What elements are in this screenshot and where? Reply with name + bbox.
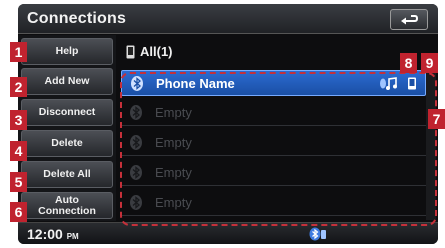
title-bar: Connections [18, 4, 438, 34]
delete-all-button[interactable]: Delete All [21, 161, 113, 188]
callout-3: 3 [10, 110, 27, 130]
list-item[interactable]: Empty [121, 190, 426, 216]
list-item[interactable]: Phone Name [121, 70, 426, 96]
device-status-icons [379, 77, 417, 95]
bluetooth-icon [130, 105, 142, 120]
audio-streaming-icon [379, 77, 397, 90]
callout-5: 5 [10, 172, 27, 192]
callout-8: 8 [400, 53, 417, 73]
back-button[interactable] [390, 9, 428, 30]
clock-ampm: PM [66, 232, 79, 241]
device-name: Empty [155, 165, 192, 180]
phone-connected-icon [408, 77, 416, 90]
list-item[interactable]: Empty [121, 100, 426, 126]
back-arrow-icon [401, 15, 419, 25]
device-name: Empty [155, 135, 192, 150]
bluetooth-icon [130, 195, 142, 210]
status-bar: 12:00 PM [18, 222, 438, 244]
clock: 12:00 PM [27, 226, 79, 242]
callout-7: 7 [428, 109, 445, 129]
bluetooth-icon [130, 135, 142, 150]
callout-1: 1 [10, 42, 27, 62]
device-name: Empty [155, 105, 192, 120]
sidebar: Help Add New Disconnect Delete Delete Al… [18, 35, 116, 221]
page-title: Connections [27, 10, 127, 27]
list-item[interactable]: Empty [121, 130, 426, 156]
callout-2: 2 [10, 77, 27, 97]
list-item[interactable]: Empty [121, 160, 426, 186]
delete-button[interactable]: Delete [21, 130, 113, 157]
device-list-header[interactable]: All(1) [118, 37, 438, 67]
callout-4: 4 [10, 141, 27, 161]
callout-6: 6 [10, 202, 27, 222]
device-name: Phone Name [156, 76, 235, 91]
add-new-button[interactable]: Add New [21, 68, 113, 95]
bluetooth-icon [130, 165, 142, 180]
bluetooth-icon [131, 76, 143, 91]
device-list: Phone Name Empty Empty Empty Empty [121, 70, 426, 220]
callout-9: 9 [421, 53, 438, 73]
bluetooth-status-icon [309, 227, 326, 241]
disconnect-button[interactable]: Disconnect [21, 99, 113, 126]
clock-time: 12:00 [27, 226, 63, 242]
device-name: Empty [155, 195, 192, 210]
connections-screen: Connections Help Add New Disconnect Dele… [18, 4, 438, 244]
help-button[interactable]: Help [21, 38, 113, 65]
auto-connection-button[interactable]: Auto Connection [21, 192, 113, 219]
all-filter-label: All(1) [140, 44, 173, 59]
list-scrollbar[interactable] [426, 70, 436, 220]
phone-icon [126, 45, 135, 59]
